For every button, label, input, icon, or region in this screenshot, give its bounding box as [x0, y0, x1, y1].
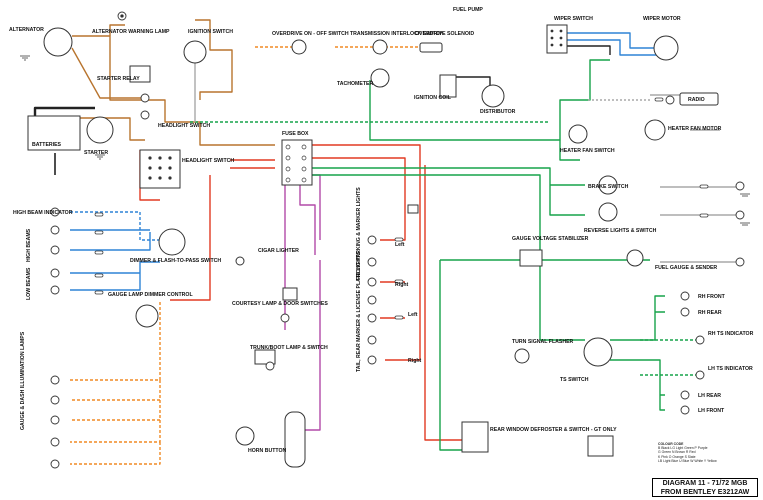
wire-black	[565, 45, 611, 55]
alternator-symbol	[43, 27, 73, 57]
wire-green	[610, 295, 665, 411]
diagram-source: FROM BENTLEY E3212AW	[660, 488, 750, 496]
trunk-switch-symbol	[254, 349, 276, 365]
horn-button-symbol	[284, 411, 306, 468]
label-brake-switch: BRAKE SWITCH	[588, 184, 629, 190]
label-overdrive-solenoid: OVERDRIVE SOLENOID	[415, 31, 474, 37]
wire-green	[640, 339, 700, 376]
label-wiper-motor: WIPER MOTOR	[643, 16, 681, 22]
label-lh-rear: LH REAR	[698, 393, 721, 399]
heater-fan-motor-symbol	[644, 119, 666, 141]
label-rh-front: RH FRONT	[698, 294, 726, 300]
label-reverse-lights: REVERSE LIGHTS & SWITCH	[584, 228, 657, 234]
label-tail-lights: TAIL, REAR MARKER & LICENSE PLATE LIGHTS	[356, 251, 362, 372]
diagram-title-box: DIAGRAM 11 - 71/72 MGB FROM BENTLEY E321…	[652, 478, 758, 497]
wire-blue	[70, 261, 160, 291]
label-rh-ts-indicator: RH TS INDICATOR	[708, 331, 754, 337]
turn-flasher-symbol	[514, 348, 530, 364]
label-ts-switch: TS SWITCH	[560, 377, 589, 383]
label-right-2: Right	[408, 358, 422, 364]
ignition-switch-symbol	[183, 40, 207, 64]
label-battery: BATTERIES	[32, 142, 62, 148]
label-ignition-switch: IGNITION SWITCH	[188, 29, 233, 35]
label-radio: RADIO	[688, 97, 705, 103]
defroster-switch-symbol	[461, 421, 489, 453]
label-tachometer: TACHOMETER	[337, 81, 373, 87]
wiper-motor-symbol	[653, 35, 679, 61]
label-headlight-switch-top: HEADLIGHT SWITCH	[158, 123, 210, 129]
label-lh-ts-indicator: LH TS INDICATOR	[708, 366, 753, 372]
wire-blue	[70, 211, 160, 241]
label-high-beam-indicator: HIGH BEAM INDICATOR	[13, 210, 73, 216]
wiring-diagram: FUEL PUMP ALTERNATOR ALTERNATOR WARNING …	[0, 0, 763, 500]
label-overdrive-switch: OVERDRIVE ON - OFF SWITCH	[272, 31, 349, 37]
wiper-switch-box	[546, 24, 568, 54]
gauge-dimmer-symbol	[135, 304, 159, 328]
label-wiper-switch: WIPER SWITCH	[554, 16, 593, 22]
label-high-beams: HIGH BEAMS	[26, 228, 32, 262]
label-horn-button: HORN BUTTON	[248, 448, 286, 454]
label-distributor: DISTRIBUTOR	[480, 109, 516, 115]
key-row: LB Light Blue U Blue W White Y Yellow	[658, 458, 717, 463]
wire-blue	[70, 232, 151, 251]
label-alt-warning-lamp: ALTERNATOR WARNING LAMP	[92, 29, 170, 35]
label-fuse-box: FUSE BOX	[282, 131, 309, 137]
label-dimmer-switch: DIMMER & FLASH-TO-PASS SWITCH	[130, 258, 221, 264]
label-trunk-lamp: TRUNK/BOOT LAMP & SWITCH	[250, 345, 328, 351]
label-lh-front: LH FRONT	[698, 408, 725, 414]
label-left-1: Left	[395, 242, 405, 248]
distributor-symbol	[481, 84, 505, 108]
overdrive-solenoid-symbol	[419, 42, 443, 53]
horn-symbol	[235, 426, 255, 446]
label-starter-relay: STARTER RELAY	[97, 76, 140, 82]
overdrive-switch-symbol	[291, 39, 307, 55]
label-headlight-switch: HEADLIGHT SWITCH	[182, 158, 234, 164]
label-left-2: Left	[408, 312, 418, 318]
wire-red	[424, 165, 470, 441]
dimmer-switch-symbol	[158, 228, 186, 256]
label-heater-fan-motor: HEATER FAN MOTOR	[668, 126, 722, 132]
tachometer-symbol	[370, 68, 390, 88]
courtesy-switch-symbol	[282, 287, 298, 301]
label-rh-rear: RH REAR	[698, 310, 722, 316]
wire-red	[230, 159, 275, 169]
gauge-voltage-label-box	[407, 204, 419, 214]
interlock-switch-symbol	[372, 39, 388, 55]
ignition-coil-symbol	[439, 74, 457, 98]
label-starter: STARTER	[84, 150, 108, 156]
diagram-canvas: FUEL PUMP ALTERNATOR ALTERNATOR WARNING …	[9, 7, 754, 469]
label-rear-defroster: REAR WINDOW DEFROSTER & SWITCH - GT ONLY	[490, 427, 617, 433]
label-ignition-coil: IGNITION COIL	[414, 95, 452, 101]
fuse-box	[281, 139, 313, 186]
starter-symbol	[86, 116, 114, 144]
wire-purple	[299, 180, 316, 255]
wire-blue	[565, 32, 660, 56]
label-alternator: ALTERNATOR	[9, 27, 44, 33]
headlight-switch-box	[139, 149, 181, 189]
label-low-beams: LOW BEAMS	[26, 267, 32, 300]
voltage-stabilizer-symbol	[519, 249, 543, 267]
label-gauge-dash-lamps: GAUGE & DASH ILLUMINATION LAMPS	[20, 331, 26, 430]
label-gauge-lamp-dimmer: GAUGE LAMP DIMMER CONTROL	[108, 292, 193, 298]
label-fuel-pump: FUEL PUMP	[453, 7, 483, 13]
reverse-switch-symbol	[598, 202, 618, 222]
fuel-sender-symbol	[626, 249, 644, 267]
diagram-title: DIAGRAM 11 - 71/72 MGB	[662, 480, 748, 487]
label-cigar-lighter: CIGAR LIGHTER	[258, 248, 299, 254]
heater-fan-switch-symbol	[568, 124, 588, 144]
colour-key: COLOUR CODE B Black LG Light Green P Pur…	[658, 442, 758, 463]
label-turn-signal-flasher: TURN SIGNAL FLASHER	[512, 339, 574, 345]
label-right-1: Right	[395, 282, 409, 288]
label-gauge-voltage: GAUGE VOLTAGE STABILIZER	[512, 236, 589, 242]
label-courtesy-lamp: COURTESY LAMP & DOOR SWITCHES	[232, 301, 328, 307]
label-heater-fan-switch: HEATER FAN SWITCH	[560, 148, 615, 154]
label-fuel-gauge: FUEL GAUGE & SENDER	[655, 265, 717, 271]
ts-switch-symbol	[583, 337, 613, 367]
wire-white	[650, 94, 740, 263]
cigar-lighter-symbol	[235, 256, 245, 266]
defroster-element-symbol	[587, 435, 614, 457]
